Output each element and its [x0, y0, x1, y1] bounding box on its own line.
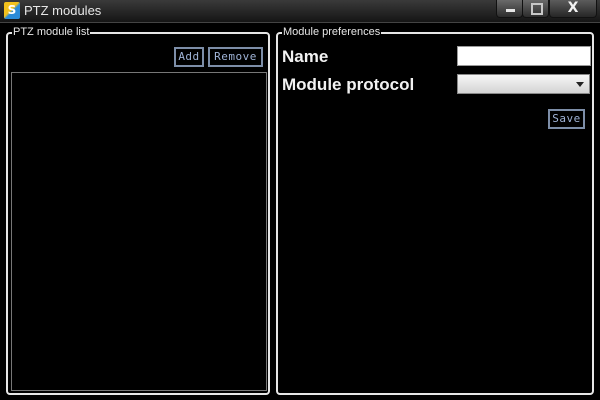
window-title: PTZ modules — [24, 3, 102, 18]
group-legend-module-list: PTZ module list — [12, 25, 91, 39]
remove-module-button[interactable]: Remove — [208, 47, 263, 67]
module-protocol-label: Module protocol — [282, 75, 415, 94]
minimize-icon — [506, 9, 515, 12]
save-button[interactable]: Save — [548, 109, 585, 129]
maximize-icon — [531, 3, 543, 15]
title-bar[interactable]: S PTZ modules X — [0, 0, 600, 23]
add-module-button[interactable]: Add — [174, 47, 204, 67]
name-label: Name — [282, 47, 329, 66]
module-preferences-group: Module preferences Name Module protocol … — [276, 25, 594, 395]
group-legend-preferences: Module preferences — [282, 25, 382, 39]
name-field[interactable] — [457, 46, 591, 66]
maximize-button[interactable] — [522, 0, 549, 18]
module-list-box[interactable] — [11, 72, 267, 391]
minimize-button[interactable] — [496, 0, 523, 18]
app-logo-icon: S — [4, 2, 20, 19]
ptz-module-list-group: PTZ module list Add Remove — [6, 25, 270, 395]
close-button[interactable]: X — [549, 0, 597, 18]
ptz-modules-window: S PTZ modules X PTZ module list Add Remo… — [0, 0, 600, 400]
close-icon: X — [567, 0, 579, 16]
chevron-down-icon — [576, 82, 584, 87]
module-protocol-select[interactable] — [457, 74, 590, 94]
